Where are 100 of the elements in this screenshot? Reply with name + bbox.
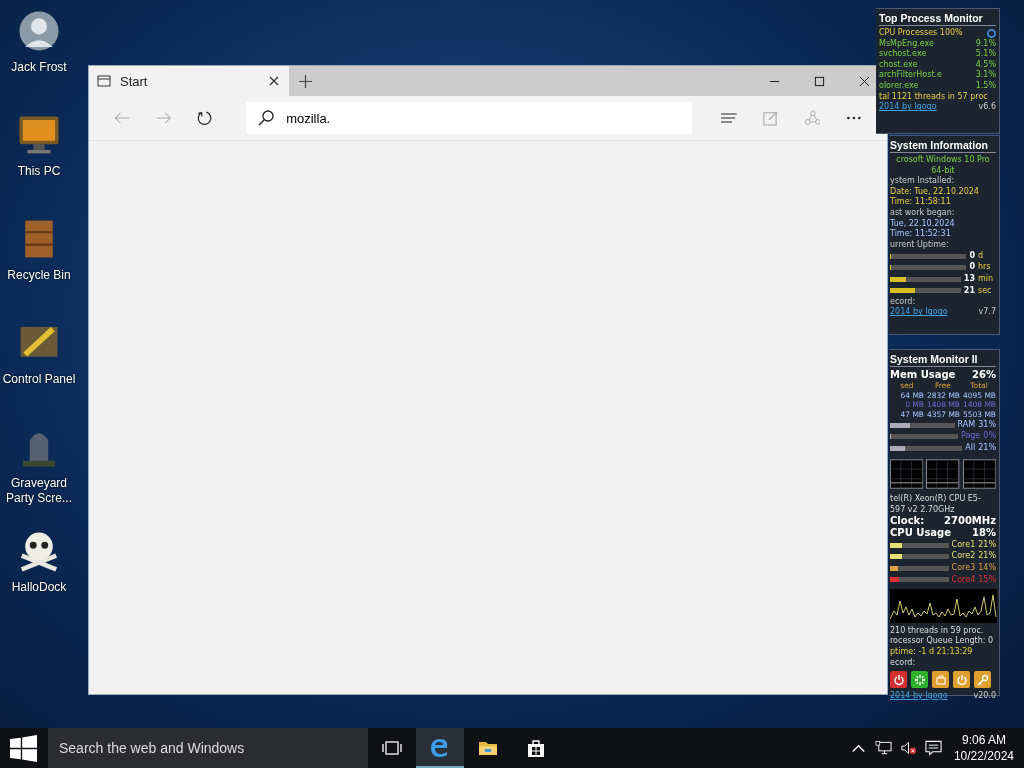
process-name: chost.exe [879, 59, 918, 70]
memory-graph [962, 459, 996, 490]
info-line: Date: Tue, 22.10.2024 [890, 186, 980, 197]
author-link[interactable]: 2014 by Igogo [879, 102, 937, 113]
edge-e-icon [430, 737, 450, 757]
info-line: Time: 11:58:11 [890, 197, 952, 208]
close-icon[interactable] [859, 75, 870, 87]
meter-value: 31% [978, 419, 996, 431]
info-line: Time: 11:52:31 [890, 229, 952, 240]
shopping-bag-icon [526, 738, 546, 758]
meter-value: 0% [983, 431, 996, 443]
cpu-processes-label: CPU Processes 100% [879, 28, 963, 39]
uptime-value: 0 [969, 262, 975, 274]
record-label: ecord: [890, 657, 917, 669]
clock-value: 2700MHz [944, 515, 996, 528]
threads-summary: 210 threads in 59 proc. [890, 625, 985, 636]
meter-value: 21% [978, 443, 996, 454]
gadget-title: Top Process Monitor [879, 11, 996, 26]
record-label: ecord: [890, 296, 917, 307]
process-cpu: 5.1% [975, 49, 996, 60]
process-name: archFilterHost.e [879, 70, 942, 81]
uptime-value: 21 [963, 285, 975, 297]
new-tab-icon[interactable] [299, 74, 312, 88]
process-cpu: 4.5% [975, 59, 996, 70]
search-field[interactable]: Search the web and Windows [48, 728, 368, 768]
key-icon [976, 673, 989, 686]
core-label: Core1 [951, 539, 976, 551]
gadget-action-button[interactable] [974, 671, 991, 689]
info-line: urrent Uptime: [890, 239, 950, 251]
core-label: Core2 [951, 551, 976, 563]
clock-date: 10/22/2024 [953, 748, 1014, 764]
gadget-title: System Monitor II [890, 352, 996, 367]
info-line: ystem Installed: [890, 176, 956, 187]
desktop-icon-label[interactable]: This PC [1, 164, 77, 179]
desktop-icon-label[interactable]: Recycle Bin [1, 268, 77, 283]
muted-speaker-icon[interactable] [899, 740, 917, 756]
author-link[interactable]: 2014 by Igogo [890, 307, 948, 318]
address-field[interactable]: mozilla. [246, 102, 693, 134]
clock-label: Clock: [890, 515, 925, 528]
gadget-action-button[interactable] [932, 671, 949, 689]
clock[interactable]: 9:06 AM 10/22/2024 [953, 732, 1014, 764]
memory-graph [890, 459, 924, 490]
maximize-icon[interactable] [814, 75, 825, 87]
process-name: MsMpEng.exe [879, 38, 934, 49]
gadget-action-button[interactable] [953, 671, 970, 689]
core-label: Core4 [951, 574, 976, 586]
logoff-icon [934, 673, 947, 686]
cpu-model: tel(R) Xeon(R) CPU E5-597 v2 2.70GHz [890, 494, 982, 516]
desktop-icon-label[interactable]: HalloDock [1, 580, 77, 595]
author-link[interactable]: 2014 by Igogo [890, 691, 948, 702]
core-value: 21% [978, 539, 996, 551]
browser-tab[interactable]: Start [89, 66, 289, 96]
version-label: v6.6 [978, 102, 996, 113]
desktop-icon-label[interactable]: Control Panel [1, 372, 77, 387]
cpu-usage-label: CPU Usage [890, 527, 952, 540]
mem-usage-label: Mem Usage [890, 369, 956, 381]
info-line: 64-bit [930, 165, 956, 176]
version-label: v7.7 [978, 307, 996, 318]
meter-label: All [965, 443, 976, 454]
desktop-icon-label[interactable]: Graveyard Party Scre... [1, 476, 77, 506]
gadget-action-button[interactable] [890, 671, 907, 689]
info-line: ast work began: [890, 207, 956, 219]
page-icon [97, 75, 111, 87]
process-name: svchost.exe [879, 49, 927, 60]
power-icon [892, 673, 905, 686]
task-view-icon [382, 738, 402, 758]
uptime-value: 13 [963, 274, 975, 285]
meter-label: RAM [957, 419, 976, 431]
process-name: olorer.exe [879, 80, 919, 92]
threads-summary: tal 1121 threads in 57 proc [879, 91, 989, 102]
network-icon[interactable] [874, 740, 892, 756]
process-cpu: 9.1% [975, 38, 996, 49]
uptime-value: 0 [969, 250, 975, 262]
process-cpu: 3.1% [975, 70, 996, 81]
power-icon [955, 673, 968, 686]
memory-graph [926, 459, 960, 490]
uptime-unit: hrs [978, 262, 992, 274]
cpu-usage-percent: 18% [972, 527, 996, 540]
windows-logo-icon[interactable] [10, 734, 37, 762]
core-value: 21% [978, 551, 996, 563]
clock-time: 9:06 AM [961, 732, 1006, 748]
uptime-unit: min [978, 274, 995, 285]
core-label: Core3 [951, 563, 976, 574]
uptime-unit: sec [978, 285, 993, 297]
close-tab-icon[interactable] [269, 76, 279, 86]
version-label: v20.0 [973, 691, 996, 702]
meter-label: Page [960, 431, 981, 443]
mem-usage-percent: 26% [972, 369, 996, 381]
core-value: 15% [978, 574, 996, 586]
uptime-unit: d [978, 250, 985, 262]
uptime-text: ptime: -1 d 21:13:29 [890, 646, 974, 658]
queue-length: rocessor Queue Length: 0 [890, 636, 995, 647]
spinner-icon [913, 673, 926, 686]
process-cpu: 1.5% [975, 80, 996, 92]
gadget-title: System Information [890, 138, 996, 153]
notification-icon[interactable] [924, 740, 942, 756]
gadget-action-button[interactable] [911, 671, 928, 689]
info-line: crosoft Windows 10 Pro [895, 155, 991, 166]
desktop-icon-label[interactable]: Jack Frost [1, 60, 77, 75]
search-icon [258, 110, 275, 126]
